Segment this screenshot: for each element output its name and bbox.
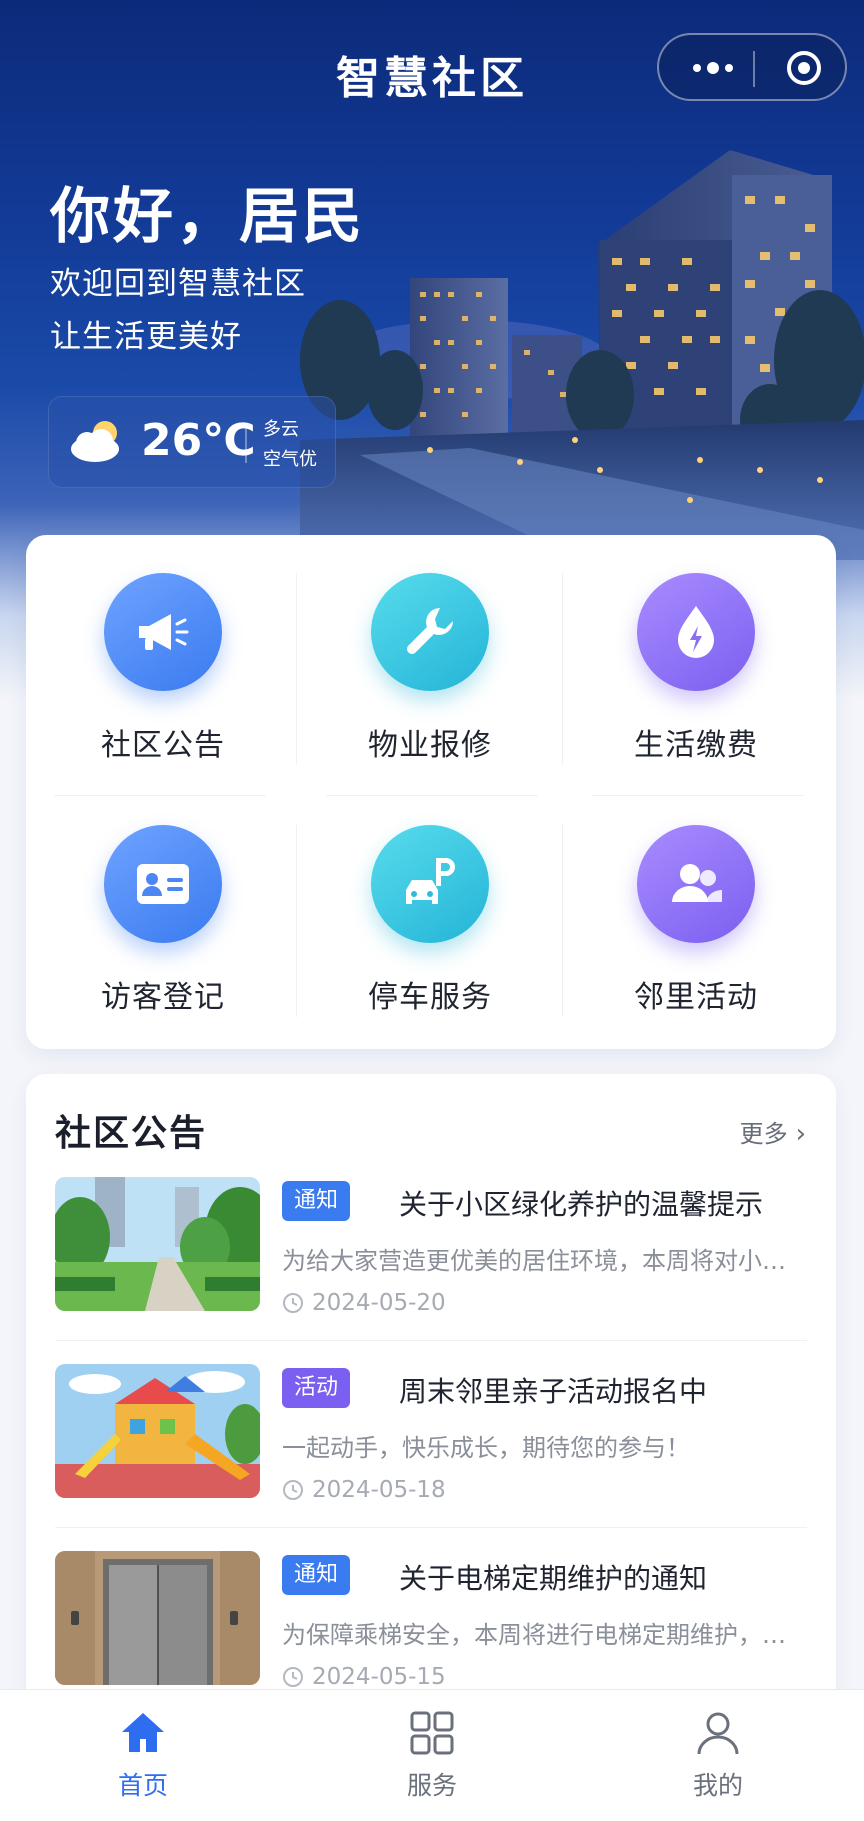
tab-profile[interactable]: 我的	[648, 1708, 788, 1802]
date-text: 2024-05-15	[312, 1664, 446, 1690]
service-icon-bg	[371, 573, 489, 691]
service-visitor[interactable]: 访客登记	[30, 787, 296, 1017]
service-icon-bg	[104, 573, 222, 691]
playground-image	[55, 1364, 260, 1498]
people-icon	[672, 864, 722, 902]
home-icon	[122, 1713, 164, 1752]
date-text: 2024-05-18	[312, 1477, 446, 1503]
temperature: 26℃	[141, 415, 256, 466]
tab-home[interactable]: 首页	[73, 1708, 213, 1802]
service-parking[interactable]: 停车服务	[297, 787, 563, 1017]
service-label: 社区公告	[101, 728, 225, 763]
tab-label: 首页	[117, 1771, 168, 1800]
tag-notice: 通知	[282, 1555, 351, 1595]
greeting-subtitle-1: 欢迎回到智慧社区	[50, 266, 306, 302]
close-target-icon[interactable]	[785, 49, 823, 87]
item-date: 2024-05-18	[282, 1477, 446, 1503]
greeting-title: 你好，居民	[50, 182, 365, 252]
weather-divider	[245, 423, 247, 463]
grid-icon	[410, 1711, 454, 1755]
item-title: 关于电梯定期维护的通知	[399, 1562, 708, 1595]
service-label: 物业报修	[368, 728, 492, 763]
list-divider	[55, 1340, 807, 1341]
service-grid: 社区公告 物业报修 生活缴费 访客登记 停车服务 邻里活动	[26, 535, 836, 1049]
elevator-image	[55, 1551, 260, 1685]
list-divider	[55, 1527, 807, 1528]
service-icon-bg	[104, 825, 222, 943]
weather-condition: 多云	[263, 419, 299, 440]
item-date: 2024-05-20	[282, 1290, 446, 1316]
mini-program-capsule	[657, 33, 847, 101]
date-text: 2024-05-20	[312, 1290, 446, 1316]
car-parking-icon	[406, 858, 455, 904]
tab-label: 我的	[692, 1771, 743, 1800]
item-description: 一起动手，快乐成长，期待您的参与！	[282, 1434, 690, 1462]
cloud-sun-icon	[71, 421, 119, 462]
service-payment[interactable]: 生活缴费	[563, 535, 829, 765]
more-link[interactable]: 更多 ›	[740, 1114, 806, 1149]
section-title: 社区公告	[55, 1113, 208, 1154]
service-icon-bg	[637, 825, 755, 943]
service-icon-bg	[637, 573, 755, 691]
item-title: 周末邻里亲子活动报名中	[399, 1375, 708, 1408]
item-description: 为给大家营造更优美的居住环境，本周将对小区绿化进行养护修剪	[282, 1247, 807, 1275]
item-date: 2024-05-15	[282, 1664, 446, 1690]
tab-label: 服务	[406, 1771, 457, 1800]
item-title: 关于小区绿化养护的温馨提示	[399, 1188, 764, 1221]
megaphone-icon	[139, 614, 189, 650]
tab-services[interactable]: 服务	[362, 1708, 502, 1802]
tag-notice: 通知	[282, 1181, 351, 1221]
list-item[interactable]: 通知 关于电梯定期维护的通知 为保障乘梯安全，本周将进行电梯定期维护，期间请大家…	[55, 1551, 807, 1691]
more-dots-icon[interactable]	[689, 57, 737, 79]
list-item[interactable]: 活动 周末邻里亲子活动报名中 一起动手，快乐成长，期待您的参与！ 2024-05…	[55, 1364, 807, 1504]
service-announcement[interactable]: 社区公告	[30, 535, 296, 765]
service-label: 生活缴费	[634, 728, 758, 763]
service-label: 邻里活动	[634, 980, 758, 1015]
service-icon-bg	[371, 825, 489, 943]
clock-icon	[283, 1293, 303, 1313]
service-label: 停车服务	[368, 980, 492, 1015]
chevron-right-icon: ›	[795, 1119, 806, 1149]
water-drop-bolt-icon	[678, 606, 714, 658]
item-description: 为保障乘梯安全，本周将进行电梯定期维护，期间请大家合理安排出行	[282, 1621, 807, 1649]
greeting-subtitle-2: 让生活更美好	[50, 319, 242, 355]
more-label: 更多	[739, 1120, 788, 1148]
air-quality: 空气优	[263, 449, 317, 470]
capsule-divider	[753, 51, 755, 87]
announcements-section: 社区公告 更多 › 通知 关于小区绿化养护的温馨提示 为给大家营造更优美的居住环境…	[26, 1074, 836, 1774]
id-card-icon	[137, 864, 189, 904]
clock-icon	[283, 1667, 303, 1687]
user-icon	[697, 1712, 739, 1755]
tag-activity: 活动	[282, 1368, 351, 1408]
park-path-image	[55, 1177, 260, 1311]
service-repair[interactable]: 物业报修	[297, 535, 563, 765]
service-label: 访客登记	[101, 980, 225, 1015]
tab-bar: 首页 服务 我的	[0, 1689, 864, 1821]
list-item[interactable]: 通知 关于小区绿化养护的温馨提示 为给大家营造更优美的居住环境，本周将对小区绿化…	[55, 1177, 807, 1317]
weather-widget[interactable]: 26℃ 多云 空气优	[48, 396, 336, 488]
service-activities[interactable]: 邻里活动	[563, 787, 829, 1017]
wrench-icon	[407, 608, 453, 654]
clock-icon	[283, 1480, 303, 1500]
